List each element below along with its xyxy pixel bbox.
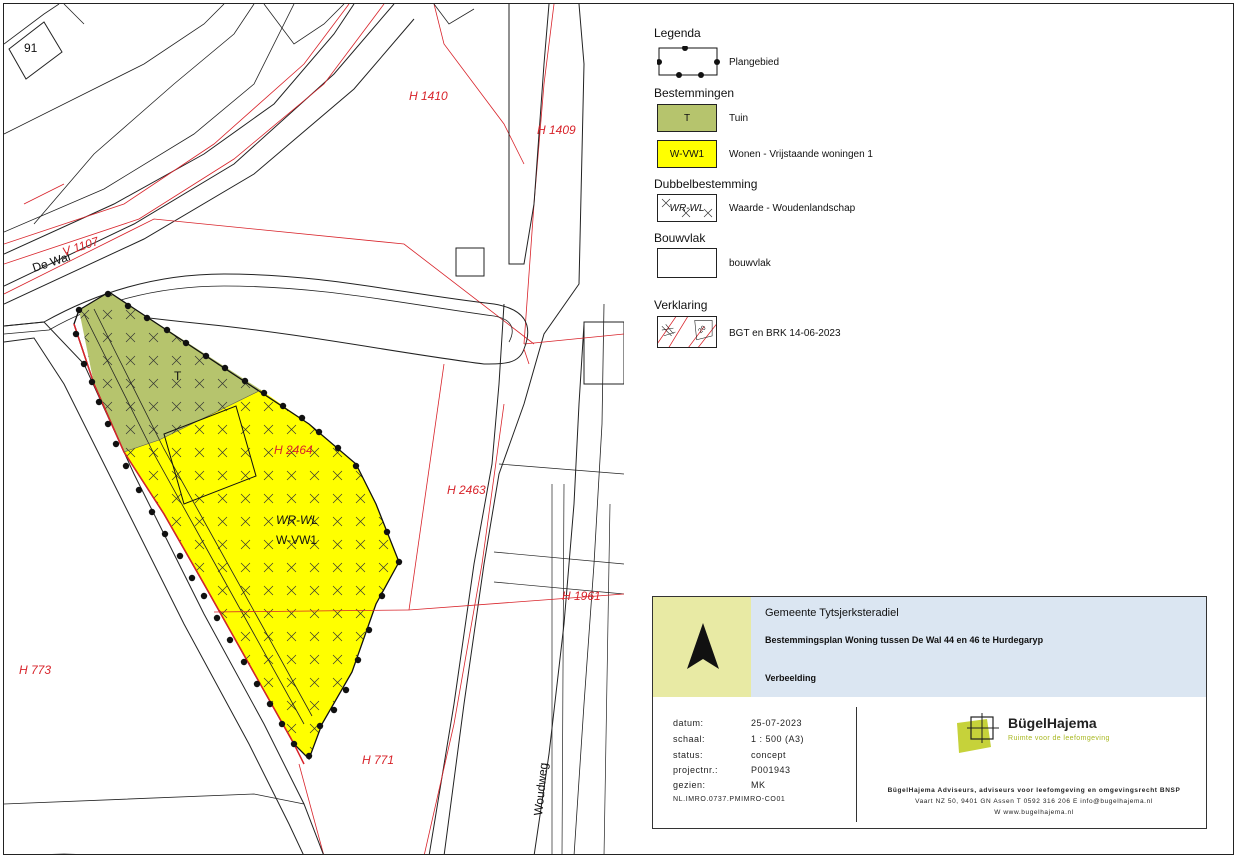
parcel-label: H 1961 bbox=[562, 589, 601, 603]
legend-title: Legenda bbox=[654, 26, 701, 40]
legend-heading-dubbelbestemming: Dubbelbestemming bbox=[654, 177, 758, 191]
company-website: W www.bugelhajema.nl bbox=[994, 809, 1074, 816]
legend-symbol-verklaring: 20 bbox=[657, 316, 717, 348]
legend-symbol-bouwvlak bbox=[657, 248, 717, 278]
legend-heading-verklaring: Verklaring bbox=[654, 298, 708, 312]
house-number: 91 bbox=[24, 41, 38, 55]
legend-symbol-plangebied bbox=[656, 45, 720, 78]
meta-key: datum: bbox=[673, 718, 704, 728]
legend-label-bouwvlak: bouwvlak bbox=[729, 258, 771, 269]
meta-key: status: bbox=[673, 750, 704, 760]
parcel-label: H 773 bbox=[19, 663, 51, 677]
legend-label-wvw1: Wonen - Vrijstaande woningen 1 bbox=[729, 149, 873, 160]
meta-value-status: concept bbox=[751, 750, 787, 760]
title-block-header: Gemeente Tytsjerksteradiel Bestemmingspl… bbox=[751, 597, 1206, 697]
meta-value-checked: MK bbox=[751, 780, 766, 790]
parcel-label: H 1410 bbox=[409, 89, 448, 103]
parcel-label: H 2464 bbox=[274, 443, 313, 457]
legend-symbol-wrwl: WR-WL bbox=[657, 194, 717, 222]
company-logo-icon bbox=[957, 713, 999, 753]
zone-label-wrwl: WR-WL bbox=[276, 513, 318, 527]
road-dewal bbox=[4, 4, 395, 287]
parcel-label: H 771 bbox=[362, 753, 394, 767]
legend-symbol-wvw1: W-VW1 bbox=[657, 140, 717, 168]
legend-heading-bestemmingen: Bestemmingen bbox=[654, 86, 735, 100]
legend-label-verklaring: BGT en BRK 14-06-2023 bbox=[729, 328, 841, 339]
zone-label-tuin: T bbox=[174, 369, 182, 383]
north-arrow-icon bbox=[687, 623, 719, 669]
plan-stage: Verbeelding bbox=[765, 673, 817, 683]
legend-label-wrwl: Waarde - Woudenlandschap bbox=[729, 203, 856, 214]
meta-value-project: P001943 bbox=[751, 765, 791, 775]
meta-value-date: 25-07-2023 bbox=[751, 718, 803, 728]
company-name: BügelHajema bbox=[1008, 715, 1097, 731]
legend-heading-bouwvlak: Bouwvlak bbox=[654, 231, 706, 245]
meta-key: gezien: bbox=[673, 780, 706, 790]
company-address: Vaart NZ 50, 9401 GN Assen T 0592 316 20… bbox=[915, 798, 1153, 805]
drawing-frame: H 1410 H 1409 H 2464 H 2463 H 1961 H 773… bbox=[3, 3, 1234, 855]
plan-title: Bestemmingsplan Woning tussen De Wal 44 … bbox=[765, 635, 1044, 645]
legend-label-plangebied: Plangebied bbox=[729, 57, 780, 68]
parcel-label: H 2463 bbox=[447, 483, 486, 497]
company-tagline: Ruimte voor de leefomgeving bbox=[1008, 735, 1110, 742]
parcel-label: H 1409 bbox=[537, 123, 576, 137]
meta-value-scale: 1 : 500 (A3) bbox=[751, 734, 805, 744]
street-label-woudweg: Woudweg bbox=[531, 762, 550, 816]
meta-key: schaal: bbox=[673, 734, 706, 744]
title-block: Gemeente Tytsjerksteradiel Bestemmingspl… bbox=[652, 596, 1207, 829]
plan-idn: NL.IMRO.0737.PMIMRO-CO01 bbox=[673, 796, 786, 803]
legend-label-tuin: Tuin bbox=[729, 113, 749, 124]
municipality-name: Gemeente Tytsjerksteradiel bbox=[765, 607, 899, 619]
title-block-north-panel bbox=[653, 597, 751, 697]
map-view[interactable]: H 1410 H 1409 H 2464 H 2463 H 1961 H 773… bbox=[4, 4, 624, 854]
meta-key: projectnr.: bbox=[673, 765, 719, 775]
company-full-name: BügelHajema Adviseurs, adviseurs voor le… bbox=[887, 787, 1181, 794]
legend-symbol-tuin: T bbox=[657, 104, 717, 132]
zone-label-wvw1: W-VW1 bbox=[276, 533, 317, 547]
title-block-divider bbox=[856, 707, 857, 822]
